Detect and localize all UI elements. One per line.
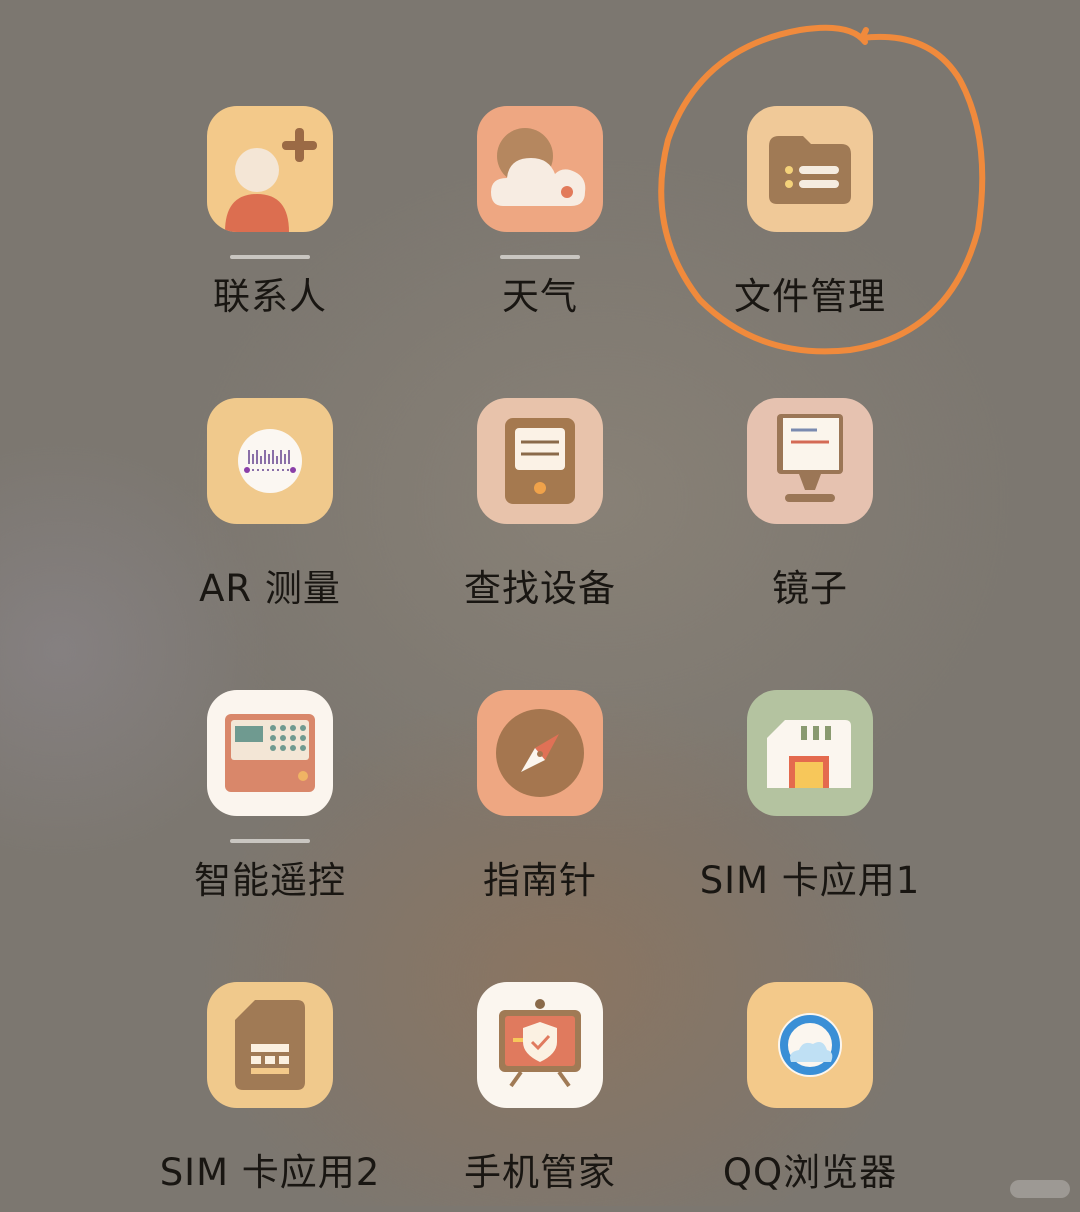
compass-icon	[477, 690, 603, 816]
phone-manager-icon	[477, 982, 603, 1108]
app-label: 智能遥控	[194, 859, 346, 902]
app-label: 镜子	[772, 567, 848, 610]
mirror-icon	[747, 398, 873, 524]
qq-browser-icon	[747, 982, 873, 1108]
sim-app-1-icon	[747, 690, 873, 816]
app-weather[interactable]: 天气	[410, 106, 670, 336]
app-phone-manager[interactable]: 手机管家	[410, 982, 670, 1212]
divider	[230, 255, 310, 259]
sim-app-2-icon	[207, 982, 333, 1108]
watermark-badge	[1010, 1180, 1070, 1198]
app-label: 查找设备	[464, 567, 616, 610]
app-label: 文件管理	[734, 275, 886, 318]
app-sim-app-1[interactable]: SIM 卡应用1	[680, 690, 940, 920]
find-device-icon	[477, 398, 603, 524]
app-label: 天气	[502, 275, 578, 318]
contacts-icon	[207, 106, 333, 232]
divider	[230, 839, 310, 843]
app-mirror[interactable]: 镜子	[680, 398, 940, 628]
app-label: QQ浏览器	[722, 1151, 898, 1194]
app-smart-remote[interactable]: 智能遥控	[140, 690, 400, 920]
app-ar-measure[interactable]: AR 测量	[140, 398, 400, 628]
divider	[500, 255, 580, 259]
weather-icon	[477, 106, 603, 232]
app-find-device[interactable]: 查找设备	[410, 398, 670, 628]
app-label: 手机管家	[464, 1151, 616, 1194]
app-file-manager[interactable]: 文件管理	[680, 106, 940, 336]
app-label: SIM 卡应用2	[159, 1151, 381, 1194]
app-label: AR 测量	[199, 567, 341, 610]
file-manager-icon	[747, 106, 873, 232]
app-label: 指南针	[483, 859, 597, 902]
app-contacts[interactable]: 联系人	[140, 106, 400, 336]
smart-remote-icon	[207, 690, 333, 816]
ar-measure-icon	[207, 398, 333, 524]
app-qq-browser[interactable]: QQ浏览器	[680, 982, 940, 1212]
app-sim-app-2[interactable]: SIM 卡应用2	[140, 982, 400, 1212]
app-label: 联系人	[213, 275, 327, 318]
app-label: SIM 卡应用1	[699, 859, 921, 902]
app-compass[interactable]: 指南针	[410, 690, 670, 920]
